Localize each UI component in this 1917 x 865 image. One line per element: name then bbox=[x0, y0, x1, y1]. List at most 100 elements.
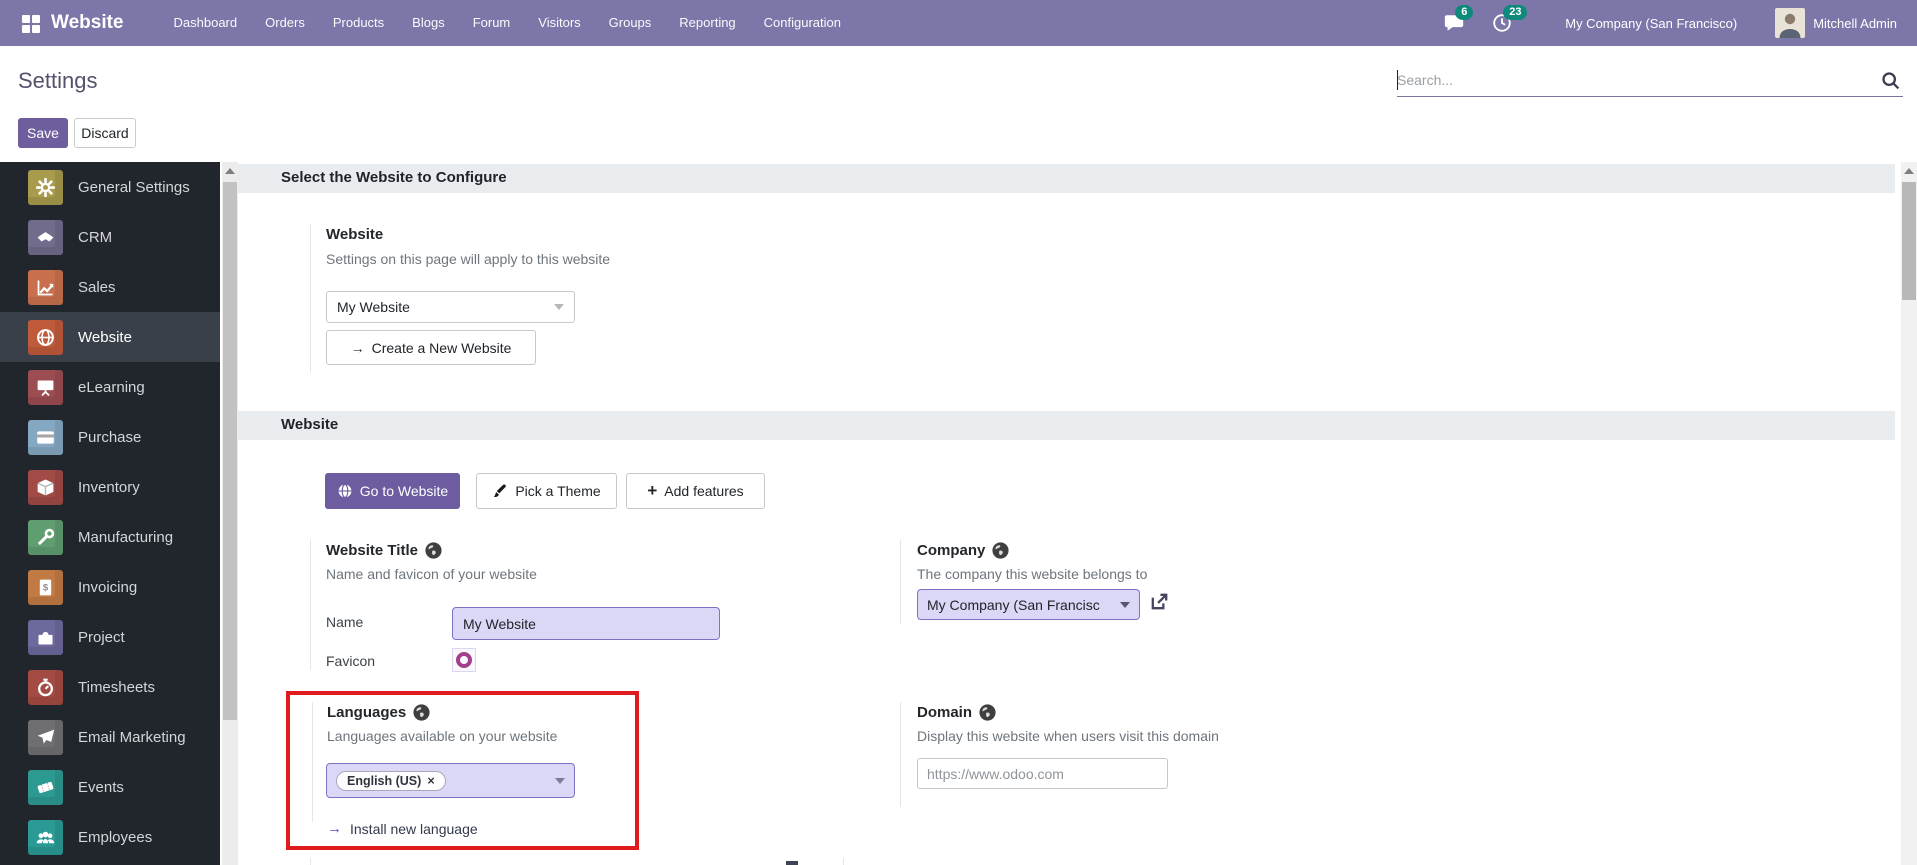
globe-help-icon[interactable] bbox=[979, 704, 996, 721]
next-section-edge bbox=[786, 861, 798, 865]
languages-label: Languages bbox=[327, 704, 430, 721]
website-title-label: Website Title bbox=[326, 542, 442, 559]
scroll-up-arrow-icon[interactable] bbox=[225, 168, 235, 174]
sidebar-item[interactable]: Inventory bbox=[0, 462, 220, 512]
app-tile-icon bbox=[28, 819, 63, 855]
globe-help-icon[interactable] bbox=[992, 542, 1009, 559]
nav-menu-item[interactable]: Forum bbox=[459, 0, 525, 46]
domain-input[interactable] bbox=[917, 758, 1168, 789]
inner-scrollbar[interactable] bbox=[222, 162, 238, 865]
app-tile-icon bbox=[28, 369, 63, 405]
company-switcher[interactable]: My Company (San Francisco) bbox=[1565, 16, 1737, 31]
install-new-language-link[interactable]: → Install new language bbox=[327, 820, 478, 837]
app-tile-icon bbox=[28, 519, 63, 555]
chevron-down-icon bbox=[1120, 601, 1130, 608]
sidebar-item[interactable]: Sales bbox=[0, 262, 220, 312]
app-tile-icon bbox=[28, 669, 63, 705]
sidebar-item[interactable]: General Settings bbox=[0, 162, 220, 212]
sidebar-item[interactable]: eLearning bbox=[0, 362, 220, 412]
setting-box-divider bbox=[900, 540, 901, 624]
discard-button[interactable]: Discard bbox=[74, 118, 136, 148]
pick-theme-button[interactable]: Pick a Theme bbox=[476, 473, 617, 509]
sidebar-item[interactable]: Project bbox=[0, 612, 220, 662]
messages-badge: 6 bbox=[1455, 5, 1474, 20]
avatar[interactable] bbox=[1775, 8, 1806, 38]
app-tile-icon bbox=[28, 269, 63, 305]
company-label: Company bbox=[917, 542, 1009, 559]
nav-menu-item[interactable]: Blogs bbox=[398, 0, 459, 46]
company-help: The company this website belongs to bbox=[917, 566, 1148, 582]
label-text: Languages bbox=[327, 704, 407, 721]
sidebar-item[interactable]: Events bbox=[0, 762, 220, 812]
nav-menu-item[interactable]: Products bbox=[319, 0, 398, 46]
activities-icon[interactable]: 23 bbox=[1491, 5, 1528, 34]
globe-help-icon[interactable] bbox=[413, 704, 430, 721]
languages-help: Languages available on your website bbox=[327, 728, 558, 744]
pick-theme-label: Pick a Theme bbox=[515, 483, 601, 499]
sidebar-item-label: eLearning bbox=[78, 378, 145, 396]
app-tile-icon: $ bbox=[28, 569, 63, 605]
app-tile-icon bbox=[28, 319, 63, 355]
website-select-value: My Website bbox=[337, 299, 410, 315]
section-title: Select the Website to Configure bbox=[281, 169, 507, 186]
language-tag-label: English (US) bbox=[347, 773, 422, 788]
nav-menu-item[interactable]: Reporting bbox=[665, 0, 749, 46]
company-select-value: My Company (San Francisc bbox=[927, 596, 1100, 613]
sidebar-item[interactable]: Manufacturing bbox=[0, 512, 220, 562]
company-select[interactable]: My Company (San Francisc bbox=[917, 589, 1140, 620]
sidebar-item-label: Employees bbox=[78, 828, 153, 846]
nav-menu-item[interactable]: Visitors bbox=[524, 0, 594, 46]
open-company-record[interactable] bbox=[1148, 590, 1171, 618]
scroll-up-arrow-icon[interactable] bbox=[1904, 168, 1914, 174]
domain-help: Display this website when users visit th… bbox=[917, 728, 1219, 744]
website-select-help: Settings on this page will apply to this… bbox=[326, 251, 611, 267]
sidebar-item-label: General Settings bbox=[78, 178, 190, 196]
setting-box-divider bbox=[843, 858, 844, 865]
sidebar-item[interactable]: Email Marketing bbox=[0, 712, 220, 762]
sidebar-item-label: Project bbox=[78, 628, 125, 646]
sidebar-item[interactable]: Website bbox=[0, 312, 220, 362]
setting-box-divider bbox=[310, 224, 311, 372]
languages-multiselect[interactable]: English (US) × bbox=[326, 763, 575, 798]
nav-menu-item[interactable]: Groups bbox=[595, 0, 666, 46]
page-scrollbar[interactable] bbox=[1901, 162, 1917, 865]
scrollbar-thumb[interactable] bbox=[223, 182, 237, 720]
label-text: Website Title bbox=[326, 542, 418, 559]
user-menu[interactable]: Mitchell Admin bbox=[1813, 16, 1897, 31]
favicon-image bbox=[456, 652, 472, 668]
app-tile-icon bbox=[28, 719, 63, 755]
create-new-website-button[interactable]: → Create a New Website bbox=[326, 330, 536, 365]
globe-help-icon[interactable] bbox=[425, 542, 442, 559]
nav-menu-item[interactable]: Dashboard bbox=[160, 0, 252, 46]
add-features-button[interactable]: + Add features bbox=[626, 473, 765, 509]
website-select[interactable]: My Website bbox=[326, 291, 575, 323]
sidebar-item[interactable]: Timesheets bbox=[0, 662, 220, 712]
save-button[interactable]: Save bbox=[18, 118, 68, 148]
nav-menu-item[interactable]: Configuration bbox=[750, 0, 855, 46]
favicon-label: Favicon bbox=[326, 653, 376, 669]
add-features-label: Add features bbox=[664, 483, 744, 499]
app-tile-icon bbox=[28, 169, 63, 205]
favicon-uploader[interactable] bbox=[452, 648, 476, 672]
website-name-input[interactable] bbox=[452, 607, 720, 640]
sidebar-item[interactable]: Employees bbox=[0, 812, 220, 862]
apps-grid-icon[interactable] bbox=[22, 14, 40, 33]
remove-tag-icon[interactable]: × bbox=[427, 774, 434, 788]
sidebar-item-label: Events bbox=[78, 778, 124, 796]
sidebar-item[interactable]: $ Invoicing bbox=[0, 562, 220, 612]
nav-menu: Dashboard Orders Products Blogs Forum Visitor… bbox=[160, 0, 855, 46]
scrollbar-thumb[interactable] bbox=[1902, 182, 1916, 300]
go-to-website-button[interactable]: Go to Website bbox=[325, 473, 460, 509]
page-title: Settings bbox=[18, 68, 98, 93]
language-tag[interactable]: English (US) × bbox=[336, 770, 446, 791]
app-brand[interactable]: Website bbox=[51, 12, 124, 34]
nav-menu-item[interactable]: Orders bbox=[251, 0, 319, 46]
messages-icon[interactable]: 6 bbox=[1443, 5, 1474, 34]
sidebar-item-label: Inventory bbox=[78, 478, 140, 496]
search-icon[interactable] bbox=[1880, 70, 1901, 96]
search-input[interactable] bbox=[1397, 66, 1867, 94]
sidebar-item[interactable]: Purchase bbox=[0, 412, 220, 462]
setting-box-divider bbox=[310, 858, 311, 865]
sidebar-item[interactable]: CRM bbox=[0, 212, 220, 262]
sidebar-item-label: Manufacturing bbox=[78, 528, 174, 546]
